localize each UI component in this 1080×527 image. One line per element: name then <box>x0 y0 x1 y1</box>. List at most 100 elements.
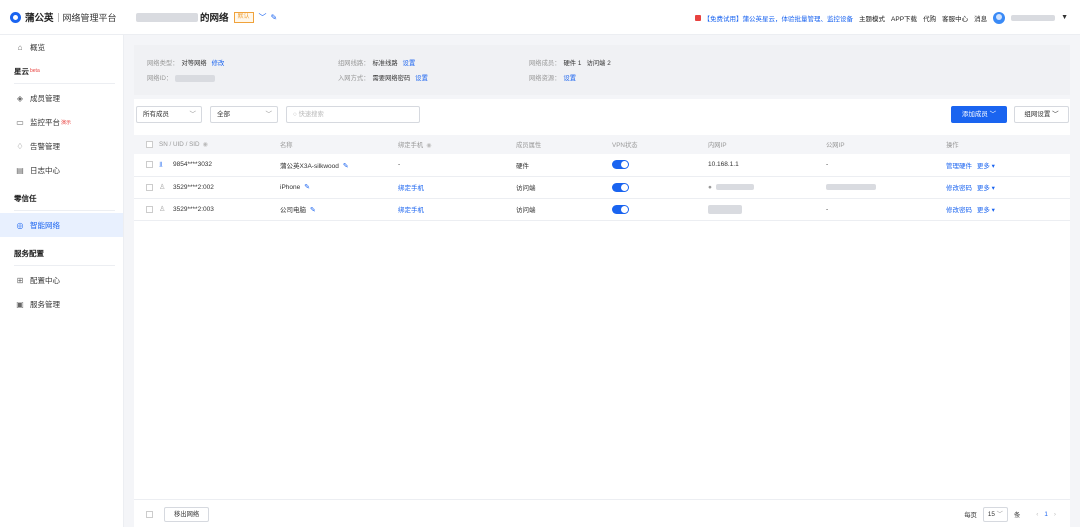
chevron-down-icon: ﹀ <box>189 111 197 118</box>
sidebar-group-service: 服务配置 <box>0 241 123 265</box>
brand-divider <box>57 12 59 22</box>
info-value: 标准线路 <box>372 60 398 67</box>
vpn-toggle[interactable] <box>612 160 629 170</box>
prev-page-icon[interactable]: ‹ <box>1036 511 1038 518</box>
user-icon: ♙ <box>159 206 166 213</box>
select-all-checkbox[interactable] <box>146 140 153 148</box>
sidebar-item-overview[interactable]: ⌂ 概览 <box>0 35 123 59</box>
more-label: 更多 <box>976 162 990 170</box>
sidebar-item-service-mgmt[interactable]: ▣ 服务管理 <box>0 292 123 316</box>
cell-actions: 修改密码 更多 ▾ <box>946 198 1070 221</box>
column-header: 绑定手机 <box>398 142 424 149</box>
member-name: iPhone <box>280 184 301 191</box>
sidebar-group-zero-trust: 零信任 <box>0 186 123 210</box>
bell-icon: ♢ <box>16 141 24 151</box>
cell-public-ip: - <box>826 198 946 221</box>
chevron-down-icon[interactable]: ﹀ <box>259 12 267 23</box>
brand-name: 蒲公英 <box>25 13 54 24</box>
manage-hardware-link[interactable]: 管理硬件 <box>946 163 972 170</box>
cell-actions: 修改密码 更多 ▾ <box>946 176 1070 199</box>
sidebar-item-logs[interactable]: ▤ 日志中心 <box>0 158 123 182</box>
column-header: SN / UID / SID <box>159 141 200 149</box>
user-icon: ♙ <box>159 184 166 191</box>
brand[interactable]: 蒲公英 网络管理平台 <box>0 0 124 35</box>
sidebar-item-smart-network[interactable]: ◎ 智能网络 <box>0 213 123 237</box>
divider <box>14 210 115 211</box>
cell-public-ip: - <box>826 154 946 177</box>
footer-select-all-checkbox[interactable] <box>146 511 153 518</box>
cell-id: ⫫ 9854****3032 <box>134 154 280 177</box>
search-input[interactable]: ○ 快速搜索 <box>286 106 420 123</box>
vpn-toggle[interactable] <box>612 182 629 192</box>
network-name-redacted <box>136 12 198 22</box>
col-name: 名称 <box>280 135 398 154</box>
username-redacted[interactable] <box>1011 14 1056 21</box>
page-size-select[interactable]: 15 ﹀ <box>982 507 1008 522</box>
sidebar-item-monitor[interactable]: ▭ 监控平台 演示 <box>0 110 123 134</box>
search-placeholder: 快速搜索 <box>298 111 324 118</box>
more-link[interactable]: 更多 ▾ <box>977 207 995 214</box>
eye-icon[interactable]: ◉ <box>426 143 431 149</box>
sidebar-item-label: 日志中心 <box>30 165 60 175</box>
add-member-button[interactable]: 添加成员 ﹀ <box>951 106 1007 123</box>
chevron-down-icon: ﹀ <box>989 111 997 118</box>
messages-link[interactable]: 消息 <box>974 13 987 23</box>
divider <box>14 265 115 266</box>
monitor-icon: ▭ <box>16 117 24 127</box>
pagination: 每页 15 ﹀ 条 ‹ 1 › <box>964 507 1056 522</box>
col-actions: 操作 <box>946 135 1070 154</box>
sidebar-group-xingyun: 星云 beta <box>0 59 123 83</box>
row-checkbox[interactable] <box>146 160 153 168</box>
edit-icon[interactable]: ✎ <box>304 184 310 191</box>
sidebar-item-config-center[interactable]: ⊞ 配置中心 <box>0 268 123 292</box>
scope-filter-select[interactable]: 全部 ﹀ <box>210 106 278 123</box>
modify-net-type-link[interactable]: 修改 <box>212 60 225 67</box>
cell-name: iPhone ✎ <box>280 176 398 199</box>
info-resources: 网络资源： 设置 <box>529 73 576 82</box>
member-id: 9854****3032 <box>173 160 213 168</box>
vpn-toggle[interactable] <box>612 204 629 214</box>
info-label: 组网线路： <box>338 60 370 67</box>
exit-network-button[interactable]: 移出网络 <box>164 507 210 522</box>
col-public-ip: 公网IP <box>826 135 946 154</box>
change-password-link[interactable]: 修改密码 <box>946 185 972 192</box>
row-checkbox[interactable] <box>146 183 153 191</box>
purchase-link[interactable]: 代购 <box>923 13 936 23</box>
info-members: 网络成员： 硬件 1 访问端 2 <box>529 58 611 67</box>
set-resources-link[interactable]: 设置 <box>563 75 576 82</box>
edit-icon[interactable]: ✎ <box>343 163 349 170</box>
eye-icon[interactable]: ◉ <box>203 142 208 148</box>
network-settings-button[interactable]: 组网设置 ﹀ <box>1014 106 1069 123</box>
more-link[interactable]: 更多 ▾ <box>977 185 995 192</box>
network-title: 的网络 <box>200 13 229 24</box>
cell-type: 硬件 <box>516 154 612 177</box>
change-password-link[interactable]: 修改密码 <box>946 207 972 214</box>
promo-link[interactable]: 【免费试用】蒲公英星云，体验批量管理、监控设备 <box>694 13 853 23</box>
support-link[interactable]: 客服中心 <box>942 13 968 23</box>
home-icon: ⌂ <box>17 42 23 52</box>
app-download-link[interactable]: APP下载 <box>891 13 917 23</box>
edit-icon[interactable]: ✎ <box>310 207 316 214</box>
info-net-id: 网络ID： <box>147 73 216 82</box>
sidebar-item-alerts[interactable]: ♢ 告警管理 <box>0 134 123 158</box>
default-badge: 默认 <box>233 11 254 23</box>
bind-phone-link[interactable]: 绑定手机 <box>398 185 424 192</box>
set-line-link[interactable]: 设置 <box>403 60 416 67</box>
next-page-icon[interactable]: › <box>1054 511 1056 518</box>
info-value: 硬件 1 访问端 2 <box>563 60 611 67</box>
caret-down-icon[interactable]: ▼ <box>1061 14 1068 21</box>
more-link[interactable]: 更多 ▾ <box>977 163 995 170</box>
member-filter-select[interactable]: 所有成员 ﹀ <box>136 106 202 123</box>
edit-icon[interactable]: ✎ <box>271 13 278 22</box>
row-checkbox[interactable] <box>146 205 153 213</box>
current-page[interactable]: 1 <box>1044 511 1048 518</box>
info-label: 网络ID： <box>147 75 173 82</box>
theme-mode-link[interactable]: 主题模式 <box>859 13 885 23</box>
bind-phone-link[interactable]: 绑定手机 <box>398 207 424 214</box>
sidebar-item-label: 监控平台 <box>30 117 60 127</box>
cell-public-ip <box>826 176 946 199</box>
sidebar-item-members[interactable]: ◈ 成员管理 <box>0 86 123 110</box>
avatar[interactable] <box>993 11 1006 24</box>
set-join-link[interactable]: 设置 <box>415 75 428 82</box>
network-icon: ◎ <box>16 220 24 230</box>
